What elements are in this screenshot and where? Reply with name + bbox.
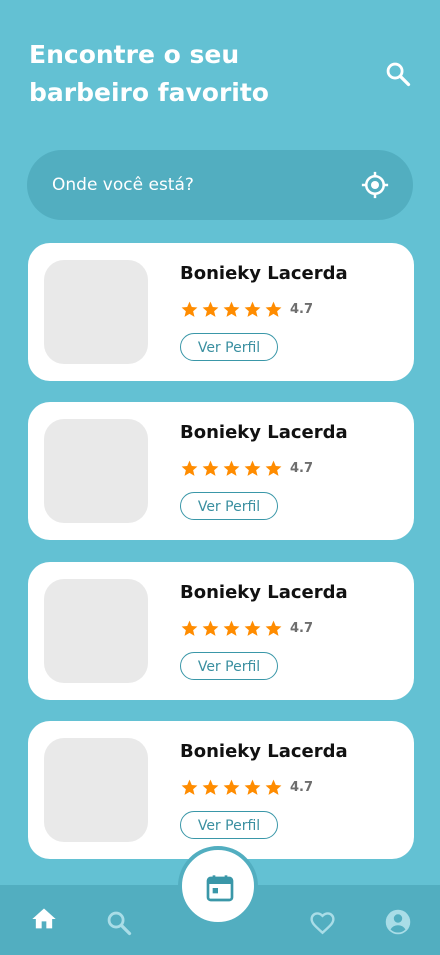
barber-name: Bonieky Lacerda bbox=[180, 422, 348, 443]
heart-icon bbox=[310, 912, 335, 935]
view-profile-button[interactable]: Ver Perfil bbox=[180, 492, 278, 520]
my-location-icon bbox=[361, 171, 389, 199]
barber-rating: 4.7 bbox=[180, 458, 313, 478]
barber-card: Bonieky Lacerda 4.7 Ver Perfil bbox=[28, 402, 414, 540]
view-profile-button[interactable]: Ver Perfil bbox=[180, 811, 278, 839]
page-title-line-2: barbeiro favorito bbox=[29, 78, 269, 107]
barber-avatar bbox=[44, 738, 148, 842]
star-icon bbox=[223, 460, 240, 476]
search-icon bbox=[386, 62, 411, 87]
nav-search-button[interactable] bbox=[105, 909, 133, 941]
barber-card: Bonieky Lacerda 4.7 Ver Perfil bbox=[28, 243, 414, 381]
star-icon bbox=[181, 620, 198, 636]
rating-score: 4.7 bbox=[290, 620, 314, 636]
location-search-bar bbox=[27, 150, 413, 220]
calendar-icon bbox=[206, 875, 234, 902]
home-icon bbox=[32, 908, 56, 929]
barber-rating: 4.7 bbox=[180, 777, 313, 797]
locate-button[interactable] bbox=[360, 170, 390, 200]
star-icon bbox=[181, 779, 198, 795]
star-icon bbox=[244, 620, 261, 636]
star-icon bbox=[223, 301, 240, 317]
star-icon bbox=[202, 301, 219, 317]
barber-avatar bbox=[44, 260, 148, 364]
star-icon bbox=[202, 779, 219, 795]
view-profile-button[interactable]: Ver Perfil bbox=[180, 652, 278, 680]
barber-name: Bonieky Lacerda bbox=[180, 582, 348, 603]
star-icon bbox=[265, 460, 282, 476]
star-icon bbox=[202, 460, 219, 476]
location-input[interactable] bbox=[52, 150, 342, 220]
barber-name: Bonieky Lacerda bbox=[180, 741, 348, 762]
barber-name: Bonieky Lacerda bbox=[180, 263, 348, 284]
nav-profile-button[interactable] bbox=[384, 908, 412, 940]
rating-score: 4.7 bbox=[290, 301, 314, 317]
rating-score: 4.7 bbox=[290, 460, 314, 476]
star-icon bbox=[223, 620, 240, 636]
star-icon bbox=[223, 779, 240, 795]
account-icon bbox=[385, 909, 411, 935]
schedule-button[interactable] bbox=[178, 846, 258, 926]
view-profile-button[interactable]: Ver Perfil bbox=[180, 333, 278, 361]
barber-rating: 4.7 bbox=[180, 618, 313, 638]
star-icon bbox=[265, 301, 282, 317]
nav-home-button[interactable] bbox=[30, 905, 58, 937]
barber-rating: 4.7 bbox=[180, 299, 313, 319]
star-icon bbox=[244, 460, 261, 476]
page-title-line-1: Encontre o seu bbox=[29, 40, 240, 69]
barber-card: Bonieky Lacerda 4.7 Ver Perfil bbox=[28, 562, 414, 700]
star-icon bbox=[202, 620, 219, 636]
star-icon bbox=[181, 301, 198, 317]
star-icon bbox=[244, 301, 261, 317]
star-icon bbox=[244, 779, 261, 795]
star-icon bbox=[181, 460, 198, 476]
barber-avatar bbox=[44, 579, 148, 683]
star-icon bbox=[265, 779, 282, 795]
barber-avatar bbox=[44, 419, 148, 523]
barber-card: Bonieky Lacerda 4.7 Ver Perfil bbox=[28, 721, 414, 859]
star-icon bbox=[265, 620, 282, 636]
rating-score: 4.7 bbox=[290, 779, 314, 795]
header-search-button[interactable] bbox=[384, 60, 412, 88]
search-icon bbox=[107, 911, 132, 936]
page-title: Encontre o seu barbeiro favorito bbox=[29, 36, 329, 112]
nav-favorites-button[interactable] bbox=[308, 908, 337, 941]
